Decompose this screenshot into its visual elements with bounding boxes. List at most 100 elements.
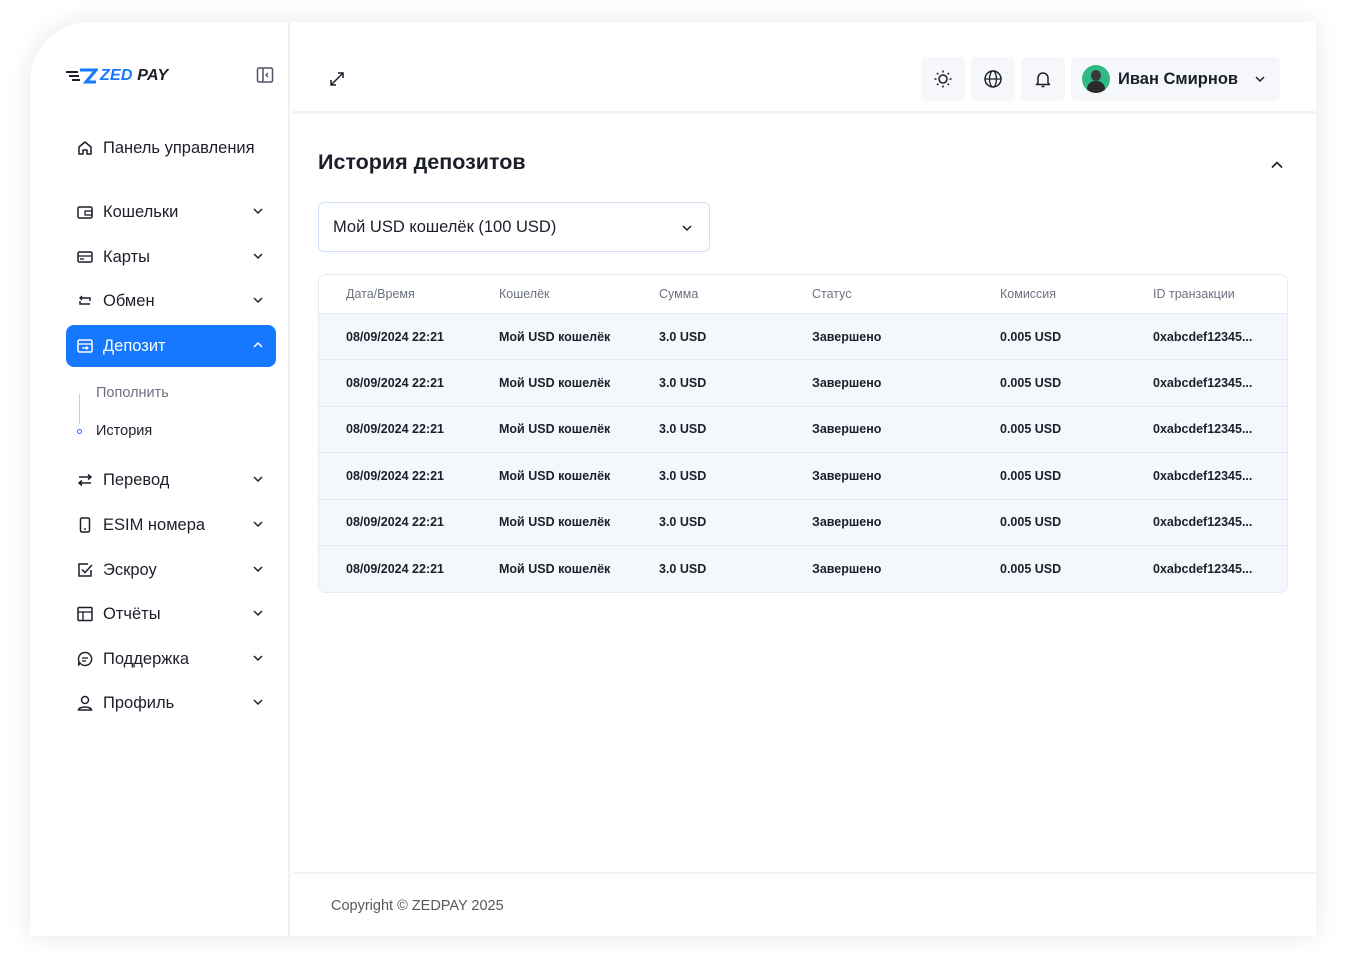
sidebar-item-label: Перевод xyxy=(103,470,170,489)
table-row[interactable]: 08/09/2024 22:21 Мой USD кошелёк 3.0 USD… xyxy=(319,453,1287,500)
chevron-down-icon xyxy=(253,521,263,528)
column-header-status[interactable]: Статус xyxy=(812,287,1000,301)
cell-datetime: 08/09/2024 22:21 xyxy=(346,422,445,437)
column-header-datetime[interactable]: Дата/Время xyxy=(346,287,499,301)
cell-amount: 3.0 USD xyxy=(659,422,707,437)
table-row[interactable]: 08/09/2024 22:21 Мой USD кошелёк 3.0 USD… xyxy=(319,406,1287,454)
column-header-tx-id[interactable]: ID транзакции xyxy=(1153,287,1287,301)
language-button[interactable] xyxy=(971,57,1015,101)
wallet-icon xyxy=(76,203,94,221)
logo[interactable]: ZED PAY xyxy=(66,64,168,88)
chevron-down-icon xyxy=(1255,76,1265,83)
sidebar-collapse-icon[interactable] xyxy=(256,66,274,84)
cell-status: Завершено xyxy=(812,329,882,344)
table-row[interactable]: 08/09/2024 22:21 Мой USD кошелёк 3.0 USD… xyxy=(319,360,1287,407)
cell-wallet: Мой USD кошелёк xyxy=(499,376,611,391)
chevron-down-icon xyxy=(253,655,263,662)
column-header-amount[interactable]: Сумма xyxy=(659,287,812,301)
chevron-down-icon xyxy=(253,566,263,573)
chevron-up-icon xyxy=(253,341,263,348)
sidebar-item-label: Карты xyxy=(103,247,151,266)
app-window: ZED PAY Панель управления Кошельки Карты… xyxy=(30,22,1316,936)
sidebar-item-label: Депозит xyxy=(103,336,166,355)
sidebar-item-reports[interactable]: Отчёты xyxy=(66,593,276,635)
sun-icon xyxy=(934,70,952,88)
sidebar-item-label: Отчёты xyxy=(103,604,161,623)
sidebar-item-label: Поддержка xyxy=(103,649,190,668)
cell-datetime: 08/09/2024 22:21 xyxy=(346,376,445,391)
cell-fee: 0.005 USD xyxy=(1000,329,1062,344)
chevron-down-icon xyxy=(253,476,263,483)
cell-wallet: Мой USD кошелёк xyxy=(499,422,611,437)
collapse-card-chevron-up-icon[interactable] xyxy=(1270,158,1284,172)
cell-datetime: 08/09/2024 22:21 xyxy=(346,329,445,344)
column-header-wallet[interactable]: Кошелёк xyxy=(499,287,659,301)
cell-tx-id: 0xabcdef12345... xyxy=(1153,422,1253,437)
user-icon xyxy=(76,694,94,712)
submenu-item-topup[interactable]: Пополнить xyxy=(96,385,169,401)
cell-tx-id: 0xabcdef12345... xyxy=(1153,562,1253,577)
cell-tx-id: 0xabcdef12345... xyxy=(1153,468,1253,483)
cell-amount: 3.0 USD xyxy=(659,562,707,577)
cell-datetime: 08/09/2024 22:21 xyxy=(346,515,445,530)
cell-fee: 0.005 USD xyxy=(1000,468,1062,483)
cell-tx-id: 0xabcdef12345... xyxy=(1153,515,1253,530)
transfer-icon xyxy=(76,471,94,489)
cell-wallet: Мой USD кошелёк xyxy=(499,468,611,483)
sidebar-item-profile[interactable]: Профиль xyxy=(66,682,276,724)
submenu-active-dot xyxy=(77,429,82,434)
deposit-history-table: Дата/Время Кошелёк Сумма Статус Комиссия… xyxy=(318,274,1288,594)
chevron-down-icon xyxy=(682,225,692,232)
sidebar-item-dashboard[interactable]: Панель управления xyxy=(66,127,276,169)
sidebar-item-cards[interactable]: Карты xyxy=(66,236,276,278)
cell-wallet: Мой USD кошелёк xyxy=(499,515,611,530)
cell-fee: 0.005 USD xyxy=(1000,422,1062,437)
cell-status: Завершено xyxy=(812,562,882,577)
sidebar-item-exchange[interactable]: Обмен xyxy=(66,280,276,322)
cell-amount: 3.0 USD xyxy=(659,329,707,344)
submenu-item-history[interactable]: История xyxy=(96,423,152,439)
wallet-select-value: Мой USD кошелёк (100 USD) xyxy=(333,217,557,236)
sidebar-item-label: Профиль xyxy=(103,693,175,712)
column-header-fee[interactable]: Комиссия xyxy=(1000,287,1153,301)
globe-icon xyxy=(984,70,1002,88)
chevron-down-icon xyxy=(253,208,263,215)
table-row[interactable]: 08/09/2024 22:21 Мой USD кошелёк 3.0 USD… xyxy=(319,499,1287,546)
cell-amount: 3.0 USD xyxy=(659,468,707,483)
user-menu-button[interactable]: Иван Смирнов xyxy=(1071,57,1280,101)
cell-fee: 0.005 USD xyxy=(1000,562,1062,577)
theme-toggle-button[interactable] xyxy=(921,57,965,101)
wallet-select[interactable]: Мой USD кошелёк (100 USD) xyxy=(318,202,710,252)
table-row[interactable]: 08/09/2024 22:21 Мой USD кошелёк 3.0 USD… xyxy=(319,545,1287,593)
sidebar-item-label: Обмен xyxy=(103,291,155,310)
top-header: Иван Смирнов xyxy=(292,22,1316,114)
logo-mark-icon xyxy=(66,68,98,84)
sidebar-item-esim[interactable]: ESIM номера xyxy=(66,504,276,546)
copyright-text: Copyright © ZEDPAY 2025 xyxy=(331,898,504,914)
table-row[interactable]: 08/09/2024 22:21 Мой USD кошелёк 3.0 USD… xyxy=(319,314,1287,361)
sim-icon xyxy=(76,516,94,534)
sidebar-item-transfer[interactable]: Перевод xyxy=(66,459,276,501)
sidebar-item-escrow[interactable]: Эскроу xyxy=(66,549,276,591)
cell-tx-id: 0xabcdef12345... xyxy=(1153,376,1253,391)
cell-datetime: 08/09/2024 22:21 xyxy=(346,468,445,483)
sidebar-item-wallets[interactable]: Кошельки xyxy=(66,191,276,233)
chevron-down-icon xyxy=(253,253,263,260)
deposit-icon xyxy=(76,337,94,355)
home-icon xyxy=(76,139,94,157)
bell-icon xyxy=(1035,72,1051,88)
sidebar-item-support[interactable]: Поддержка xyxy=(66,638,276,680)
chevron-down-icon xyxy=(253,610,263,617)
cell-status: Завершено xyxy=(812,468,882,483)
sidebar: ZED PAY Панель управления Кошельки Карты… xyxy=(30,22,290,936)
cell-wallet: Мой USD кошелёк xyxy=(499,329,611,344)
exchange-icon xyxy=(76,292,94,310)
card-icon xyxy=(76,248,94,266)
notifications-button[interactable] xyxy=(1021,57,1065,101)
sidebar-item-deposit[interactable]: Депозит xyxy=(66,325,276,367)
cell-datetime: 08/09/2024 22:21 xyxy=(346,562,445,577)
cell-tx-id: 0xabcdef12345... xyxy=(1153,329,1253,344)
chevron-down-icon xyxy=(253,699,263,706)
fullscreen-expand-icon[interactable] xyxy=(328,70,346,88)
table-header: Дата/Время Кошелёк Сумма Статус Комиссия… xyxy=(319,275,1287,314)
